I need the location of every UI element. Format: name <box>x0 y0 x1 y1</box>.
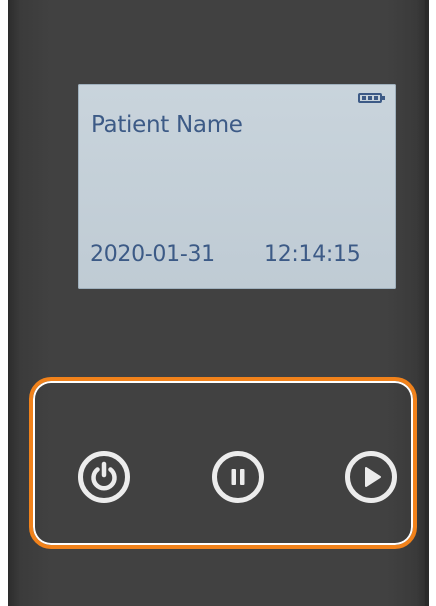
play-icon <box>365 467 381 487</box>
date-display: 2020-01-31 <box>90 242 215 267</box>
time-display: 12:14:15 <box>264 242 361 267</box>
control-buttons-highlight <box>29 377 417 549</box>
power-button[interactable] <box>78 451 130 503</box>
battery-cell <box>368 96 372 100</box>
battery-cell <box>362 96 366 100</box>
battery-icon <box>358 93 385 103</box>
patient-name-label: Patient Name <box>91 112 243 138</box>
battery-cell <box>374 96 378 100</box>
lcd-screen: Patient Name 2020-01-31 12:14:15 <box>78 84 396 289</box>
pause-button[interactable] <box>212 451 264 503</box>
power-icon <box>91 461 117 491</box>
device-edge <box>425 0 429 606</box>
pause-icon <box>231 469 245 485</box>
play-button[interactable] <box>345 451 397 503</box>
device-body: Patient Name 2020-01-31 12:14:15 <box>8 0 429 606</box>
